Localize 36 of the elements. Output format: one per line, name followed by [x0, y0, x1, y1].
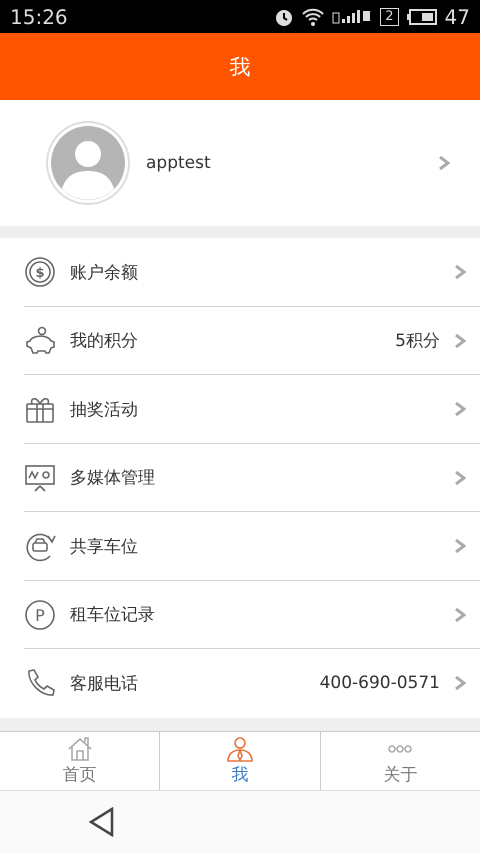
piggy-bank-icon [24, 324, 56, 357]
menu-item[interactable]: 共享车位 [0, 512, 480, 580]
person-icon [226, 736, 254, 762]
tab[interactable]: 关于 [320, 732, 480, 790]
page-title: 我 [230, 54, 250, 80]
menu-item[interactable]: P 租车位记录 [0, 580, 480, 649]
chevron-icon [454, 608, 466, 622]
chevron-icon [454, 676, 466, 690]
chevron-icon [454, 470, 466, 485]
chevron-icon [454, 334, 466, 348]
tab[interactable]: 我 [160, 732, 321, 790]
sim-indicator: 2 [380, 8, 399, 26]
chevron-icon [454, 539, 466, 554]
menu-value: 5积分 [395, 330, 440, 352]
avatar-icon [46, 121, 130, 205]
menu-item[interactable]: 多媒体管理 [0, 444, 480, 512]
chevron-icon [454, 402, 466, 416]
parking-icon: P [24, 598, 56, 631]
dollar-coin-icon: $ [24, 256, 56, 288]
more-icon [388, 744, 412, 752]
signal-icon [332, 8, 372, 26]
status-time: 15:26 [10, 4, 69, 28]
menu-value: 400-690-0571 [320, 673, 440, 694]
back-icon[interactable] [88, 806, 116, 837]
tab[interactable]: 首页 [0, 732, 160, 790]
menu-item[interactable]: 我的积分 5积分 [0, 306, 480, 375]
battery-icon [406, 8, 437, 24]
menu-item[interactable]: 抽奖活动 [0, 375, 480, 444]
menu-item[interactable]: $ 账户余额 [0, 238, 480, 306]
home-icon [66, 736, 94, 762]
menu-item[interactable]: 客服电话 400-690-0571 [0, 649, 480, 718]
chevron-icon [454, 265, 466, 280]
username: apptest [146, 153, 212, 173]
chevron-icon [438, 156, 450, 170]
wifi-icon [302, 8, 324, 26]
battery-level: 47 [444, 4, 470, 28]
